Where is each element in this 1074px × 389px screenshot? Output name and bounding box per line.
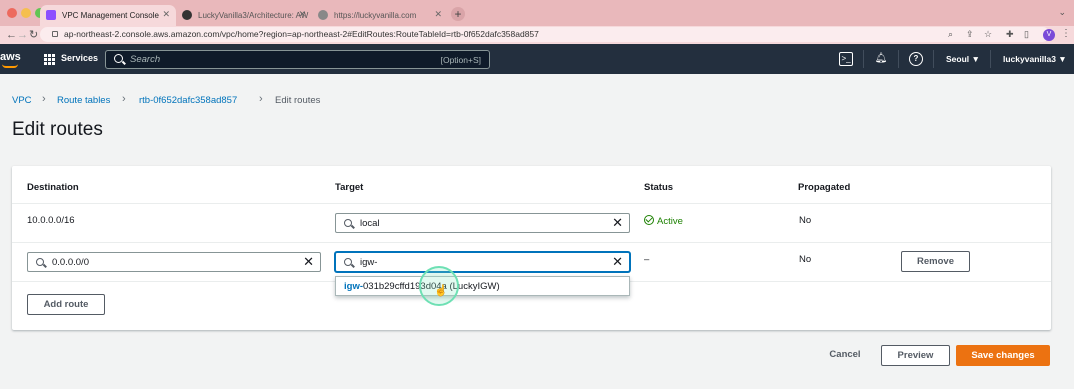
clear-icon[interactable]: ✕ (612, 255, 623, 269)
routes-panel: Destination Target Status Propagated 10.… (12, 166, 1051, 330)
tab-search-chevron-icon[interactable]: ⌄ (1058, 7, 1066, 18)
suggestion-match: igw- (344, 281, 363, 292)
browser-address-bar: ← → ↻ ap-northeast-2.console.aws.amazon.… (0, 26, 1074, 44)
search-shortcut-hint: [Option+S] (440, 55, 481, 65)
tab-title: VPC Management Console (62, 11, 159, 20)
aws-logo[interactable]: aws (0, 51, 21, 63)
status-text: Active (657, 216, 683, 227)
search-placeholder: Search (130, 54, 161, 65)
remove-route-button[interactable]: Remove (901, 251, 970, 272)
tab-close-icon[interactable]: ✕ (162, 9, 170, 20)
window-close-icon[interactable] (7, 8, 17, 18)
url-text: ap-northeast-2.console.aws.amazon.com/vp… (64, 29, 539, 39)
forward-arrow-icon[interactable]: → (17, 29, 28, 41)
services-grid-icon[interactable] (44, 54, 55, 65)
route-status: Active (644, 215, 683, 227)
nav-divider (898, 50, 899, 68)
breadcrumb-separator: › (259, 93, 263, 105)
cancel-button[interactable]: Cancel (820, 345, 870, 366)
browser-tab-bar: VPC Management Console ✕ LuckyVanilla3/A… (0, 0, 1074, 26)
breadcrumb-vpc[interactable]: VPC (12, 95, 32, 106)
new-tab-button[interactable]: + (451, 7, 465, 21)
breadcrumb-separator: › (42, 93, 46, 105)
route-propagated: No (799, 215, 812, 226)
route-destination-input[interactable]: 0.0.0.0/0 ✕ (27, 252, 321, 272)
destination-value: 0.0.0.0/0 (52, 257, 89, 268)
clear-icon[interactable]: ✕ (612, 216, 623, 230)
globe-favicon-icon (318, 10, 328, 20)
tab-close-icon[interactable]: ✕ (298, 9, 306, 20)
browser-tab-github[interactable]: LuckyVanilla3/Architecture: AW ✕ (176, 5, 312, 26)
zoom-icon[interactable]: ⌕ (948, 29, 953, 40)
browser-tab-vpc-console[interactable]: VPC Management Console ✕ (40, 5, 176, 26)
nav-divider (933, 50, 934, 68)
page-title: Edit routes (12, 119, 103, 140)
aws-logo-smile-icon (2, 64, 18, 68)
breadcrumb-route-table-id[interactable]: rtb-0f652dafc358ad857 (139, 95, 237, 106)
profile-avatar[interactable]: V (1043, 29, 1055, 41)
row-divider (12, 203, 1051, 204)
browser-menu-icon[interactable]: ⋮ (1061, 28, 1071, 39)
services-menu-button[interactable]: Services (61, 53, 98, 63)
route-propagated: No (799, 254, 812, 265)
target-suggestion-dropdown: igw-031b29cffd193d04a (LuckyIGW) (335, 276, 630, 296)
column-header-destination: Destination (27, 182, 79, 193)
tab-close-icon[interactable]: ✕ (434, 9, 442, 20)
share-icon[interactable]: ⇪ (966, 29, 974, 40)
region-selector[interactable]: Seoul ▼ (946, 54, 980, 64)
cloudshell-icon[interactable]: >_ (839, 52, 853, 66)
target-value: local (360, 218, 380, 229)
search-icon (344, 219, 352, 227)
route-target-input[interactable]: local ✕ (335, 213, 630, 233)
reload-icon[interactable]: ↻ (29, 29, 38, 41)
search-icon (344, 258, 352, 266)
column-header-status: Status (644, 182, 674, 193)
extensions-puzzle-icon[interactable]: ✚ (1006, 29, 1014, 40)
route-target-input[interactable]: igw- ✕ (335, 252, 630, 272)
save-changes-button[interactable]: Save changes (956, 345, 1050, 366)
nav-divider (863, 50, 864, 68)
help-icon[interactable]: ? (909, 52, 923, 66)
aws-top-nav: aws Services Search [Option+S] >_ 🔔︎ ? S… (0, 44, 1074, 74)
clear-icon[interactable]: ✕ (303, 255, 314, 269)
aws-search-input[interactable]: Search [Option+S] (105, 50, 490, 69)
github-favicon-icon (182, 10, 192, 20)
back-arrow-icon[interactable]: ← (6, 29, 17, 41)
row-divider (12, 242, 1051, 243)
add-route-button[interactable]: Add route (27, 294, 105, 315)
lock-icon (52, 31, 58, 37)
route-destination: 10.0.0.0/16 (27, 215, 75, 226)
notifications-bell-icon[interactable]: 🔔︎ (874, 52, 888, 66)
breadcrumb-separator: › (122, 93, 126, 105)
breadcrumb-route-tables[interactable]: Route tables (57, 95, 110, 106)
breadcrumb-current: Edit routes (275, 95, 321, 106)
column-header-propagated: Propagated (798, 182, 851, 193)
preview-button[interactable]: Preview (881, 345, 950, 366)
route-status: – (644, 254, 650, 265)
account-menu[interactable]: luckyvanilla3 ▼ (1003, 54, 1067, 64)
nav-divider (990, 50, 991, 68)
target-value: igw- (360, 257, 378, 268)
search-icon (36, 258, 44, 266)
column-header-target: Target (335, 182, 364, 193)
search-icon (114, 54, 123, 63)
check-circle-icon (644, 215, 654, 225)
vpc-favicon-icon (46, 10, 56, 20)
bookmark-star-icon[interactable]: ☆ (984, 29, 992, 40)
window-minimize-icon[interactable] (21, 8, 31, 18)
tab-title: LuckyVanilla3/Architecture: AW (198, 11, 309, 20)
sidebar-icon[interactable]: ▯ (1024, 29, 1029, 40)
tab-title: https://luckyvanilla.com (334, 11, 417, 20)
hand-pointer-icon: ☝ (434, 285, 448, 297)
url-field[interactable]: ap-northeast-2.console.aws.amazon.com/vp… (40, 27, 1050, 42)
browser-tab-luckyvanilla[interactable]: https://luckyvanilla.com ✕ (312, 5, 448, 26)
